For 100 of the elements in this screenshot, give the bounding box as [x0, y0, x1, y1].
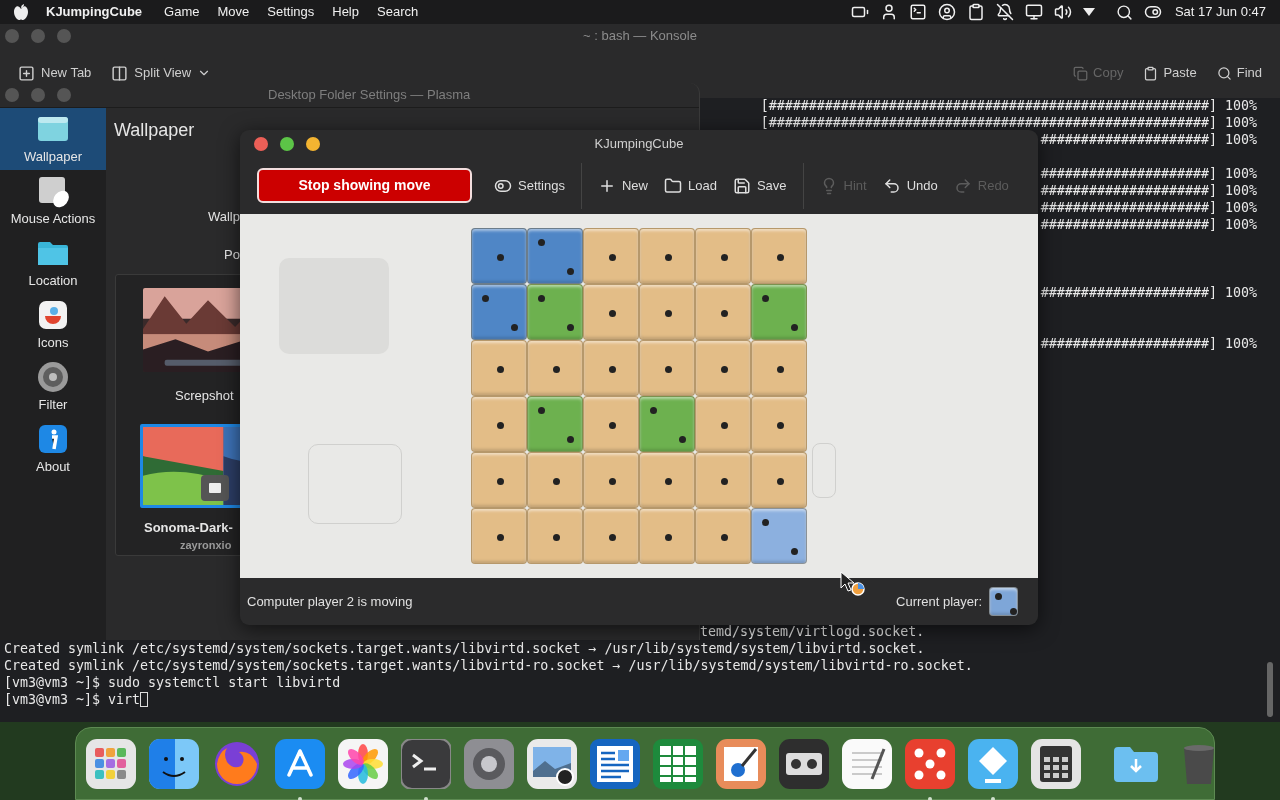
toolbar-button[interactable]: New Tab — [18, 63, 92, 83]
stop-button[interactable]: Stop showing move — [257, 168, 472, 203]
cube[interactable] — [751, 508, 807, 564]
field-label: Po — [224, 246, 240, 263]
cube[interactable] — [989, 587, 1018, 616]
pip-icon — [776, 253, 784, 261]
pip-icon — [567, 436, 575, 444]
monitor-icon[interactable] — [1024, 3, 1043, 21]
pip-icon — [608, 477, 616, 485]
cassette-icon[interactable] — [779, 738, 829, 789]
installer-icon[interactable] — [968, 738, 1018, 789]
app-store-icon[interactable] — [275, 738, 325, 789]
flower-icon[interactable] — [338, 738, 388, 789]
current-player-label: Current player: — [896, 592, 982, 611]
terminal-line: [#######################################################] 100% — [760, 114, 1257, 131]
terminal-line: [#######################################################] 100% — [760, 97, 1257, 114]
copy-icon — [1073, 65, 1089, 81]
cube[interactable] — [527, 284, 583, 340]
terminal-line: temd/system/virtlogd.socket. — [700, 623, 925, 640]
pip-icon — [720, 421, 728, 429]
gear-icon[interactable] — [464, 738, 514, 789]
toggle-icon[interactable] — [1143, 3, 1162, 21]
toolbar-button[interactable]: New — [590, 167, 656, 204]
pip-icon — [791, 548, 799, 556]
page-heading: Wallpaper — [114, 119, 195, 142]
clock[interactable]: Sat 17 Jun 0:47 — [1174, 2, 1266, 22]
pip-icon — [608, 421, 616, 429]
terminal-line: Created symlink /etc/systemd/system/sockets.target.wants/libvirtd.socket → /usr/lib/systemd/system/libvirtd.socket. — [4, 640, 925, 657]
pip-icon — [538, 295, 546, 303]
notepad-icon[interactable] — [842, 738, 892, 789]
terminal-line: [vm3@vm3 ~]$ virt — [4, 691, 141, 708]
menu-item[interactable]: Search — [377, 2, 419, 22]
terminal-icon[interactable] — [401, 738, 451, 789]
toolbar-button[interactable]: Find — [1216, 63, 1262, 83]
terminal-line: Created symlink /etc/systemd/system/sockets.target.wants/libvirtd-ro.socket → /usr/lib/systemd/system/libvirtd-ro.socket. — [4, 657, 973, 674]
menu-item[interactable]: Help — [332, 2, 359, 22]
sidebar-item[interactable]: Wallpaper — [0, 108, 106, 170]
photo-viewer-icon[interactable] — [527, 738, 577, 789]
toolbar-button[interactable]: Save — [724, 167, 795, 204]
wallpaper-author: zayronxio — [180, 538, 233, 553]
paint-icon[interactable] — [716, 738, 766, 789]
board-decoration — [812, 443, 836, 498]
cube[interactable] — [639, 396, 695, 452]
dice-icon[interactable] — [905, 738, 955, 789]
sidebar-item[interactable]: About — [0, 418, 106, 480]
finder-icon[interactable] — [149, 738, 199, 789]
pip-icon — [538, 239, 546, 247]
bell-off-icon[interactable] — [995, 3, 1014, 21]
pip-icon — [776, 421, 784, 429]
window-control[interactable] — [254, 136, 268, 151]
sidebar-item[interactable]: Icons — [0, 294, 106, 356]
volume-icon[interactable] — [1053, 3, 1072, 21]
pip-icon — [720, 309, 728, 317]
menu-item[interactable]: Game — [164, 2, 200, 22]
pip-icon — [720, 365, 728, 373]
pip-icon — [482, 295, 490, 303]
menu-item[interactable]: Move — [217, 2, 250, 22]
pip-icon — [496, 421, 504, 429]
search-icon — [1216, 65, 1232, 81]
pip-icon — [664, 533, 672, 541]
caret-icon[interactable] — [1082, 8, 1095, 16]
toolbar-button[interactable]: Settings — [486, 167, 573, 204]
document-icon[interactable] — [590, 738, 640, 789]
cube[interactable] — [751, 284, 807, 340]
app-name[interactable]: KJumpingCube — [46, 2, 143, 22]
search-icon[interactable] — [1115, 3, 1133, 21]
user-icon[interactable] — [937, 3, 956, 21]
window-title: ~ : bash — Konsole — [583, 27, 697, 46]
calculator-icon[interactable] — [1031, 738, 1081, 789]
pip-icon — [608, 365, 616, 373]
cube[interactable] — [471, 284, 527, 340]
logo-icon[interactable] — [14, 4, 28, 20]
toolbar-button[interactable]: Paste — [1143, 63, 1197, 83]
terminal-icon[interactable] — [908, 3, 927, 21]
sidebar-item[interactable]: Mouse Actions — [0, 170, 106, 232]
pip-icon — [511, 324, 519, 332]
status-text: Computer player 2 is moving — [247, 592, 413, 611]
wallpaper-name: Screpshot — [175, 387, 235, 405]
pip-icon — [496, 477, 504, 485]
clipboard-icon[interactable] — [966, 3, 985, 21]
window-control[interactable] — [280, 136, 294, 151]
app-grid-icon[interactable] — [86, 738, 136, 789]
pip-icon — [608, 533, 616, 541]
toolbar-button[interactable]: Split View — [111, 63, 212, 83]
window-control[interactable] — [306, 136, 320, 151]
menu-item[interactable]: Settings — [267, 2, 315, 22]
cube[interactable] — [527, 396, 583, 452]
toolbar-button[interactable]: Load — [656, 167, 725, 204]
cube[interactable] — [527, 228, 583, 284]
terminal-line: #####################] 100% — [1040, 165, 1257, 182]
pip-icon — [664, 309, 672, 317]
scrollbar-thumb[interactable] — [1267, 662, 1273, 717]
pip-icon — [720, 253, 728, 261]
spreadsheet-icon[interactable] — [653, 738, 703, 789]
terminal-line: #####################] 100% — [1040, 335, 1257, 352]
pip-icon — [776, 477, 784, 485]
sidebar-item[interactable]: Location — [0, 232, 106, 294]
pip-icon — [567, 324, 575, 332]
sidebar-item[interactable]: Filter — [0, 356, 106, 418]
toolbar-button[interactable]: Undo — [874, 167, 946, 204]
